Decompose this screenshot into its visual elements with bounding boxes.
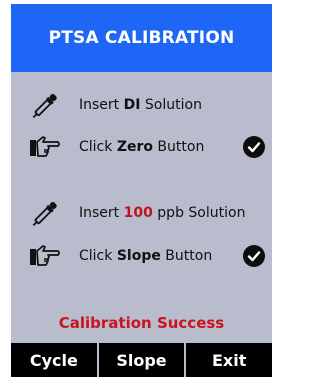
step-insert-100ppb: Insert 100 ppb Solution: [11, 196, 272, 230]
checkmark-icon: [243, 136, 265, 158]
step-click-slope: Click Slope Button: [11, 239, 272, 273]
page-title: PTSA CALIBRATION: [48, 28, 235, 48]
step-click-zero: Click Zero Button: [11, 130, 272, 164]
pipette-icon: [29, 90, 61, 120]
step-text: Insert DI Solution: [79, 97, 202, 113]
calibration-screen: PTSA CALIBRATION Insert DI Solution Clic…: [11, 4, 272, 377]
status-message: Calibration Success: [58, 314, 225, 332]
pipette-icon: [29, 198, 61, 228]
cycle-button[interactable]: Cycle: [11, 343, 99, 377]
step-text: Insert 100 ppb Solution: [79, 205, 246, 221]
footer-button-bar: Cycle Slope Exit: [11, 343, 272, 377]
step-text: Click Slope Button: [79, 248, 213, 264]
pointing-hand-icon: [29, 132, 61, 162]
checkmark-icon: [243, 245, 265, 267]
step-insert-di: Insert DI Solution: [11, 88, 272, 122]
header-bar: PTSA CALIBRATION: [11, 4, 272, 72]
pointing-hand-icon: [29, 241, 61, 271]
step-text: Click Zero Button: [79, 139, 205, 155]
slope-button[interactable]: Slope: [99, 343, 187, 377]
exit-button[interactable]: Exit: [186, 343, 272, 377]
